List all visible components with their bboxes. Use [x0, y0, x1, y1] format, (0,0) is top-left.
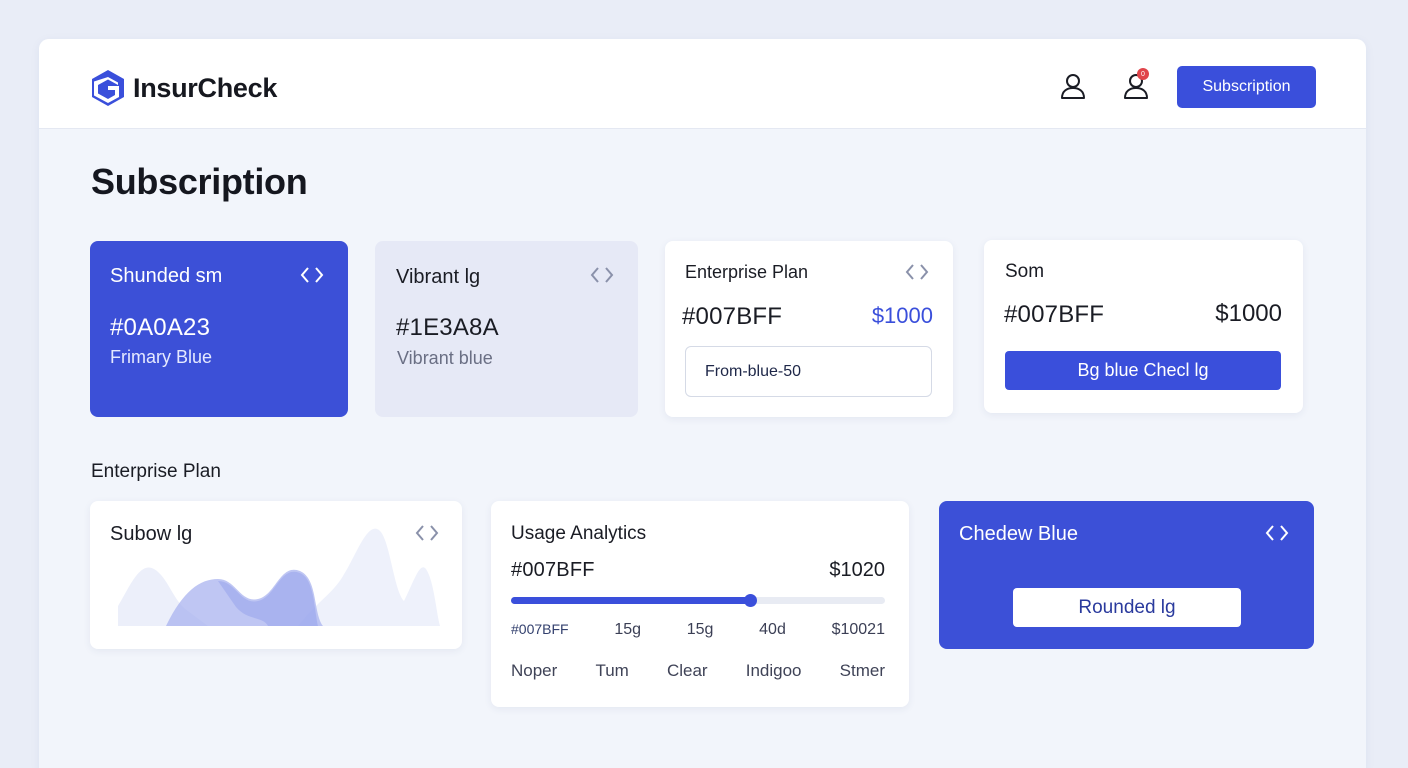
user-icon-glyph	[1061, 74, 1085, 99]
code-brackets-icon[interactable]	[1265, 523, 1289, 543]
analytics-labels-row: Noper Tum Clear Indigoo Stmer	[511, 661, 885, 681]
analytics-value: $10021	[831, 621, 885, 638]
user-notification-icon[interactable]: 0	[1121, 68, 1151, 101]
card-primary-blue[interactable]: Shunded sm #0A0A23 Frimary Blue	[90, 241, 348, 417]
from-blue-button[interactable]: From-blue-50	[685, 346, 932, 397]
analytics-label: Stmer	[839, 661, 885, 680]
brand-name: InsurCheck	[133, 72, 278, 103]
analytics-value: 40d	[759, 621, 786, 638]
analytics-label: Tum	[595, 661, 629, 680]
color-hex: #007BFF	[682, 303, 783, 330]
color-hex: #1E3A8A	[396, 314, 499, 341]
analytics-value: #007BFF	[511, 621, 569, 637]
card-chedew-blue[interactable]: Chedew Blue Rounded lg	[939, 501, 1314, 649]
code-brackets-icon[interactable]	[300, 265, 324, 285]
color-hex: #0A0A23	[110, 314, 211, 341]
card-title: Chedew Blue	[959, 523, 1078, 545]
color-label: Vibrant blue	[397, 348, 493, 368]
rounded-lg-button[interactable]: Rounded lg	[1013, 588, 1241, 627]
notification-badge: 0	[1137, 68, 1149, 80]
card-title: Enterprise Plan	[685, 262, 809, 282]
card-som[interactable]: Som #007BFF $1000 Bg blue Checl lg	[984, 240, 1303, 413]
card-area-chart[interactable]: Subow lg	[90, 501, 462, 649]
usage-progress-fill	[511, 597, 751, 604]
code-brackets-icon[interactable]	[590, 265, 614, 285]
color-hex: #007BFF	[1004, 301, 1105, 328]
section-label: Enterprise Plan	[91, 461, 221, 482]
usage-progress-thumb[interactable]	[744, 594, 758, 607]
bg-blue-check-button[interactable]: Bg blue Checl lg	[1005, 351, 1281, 390]
user-icon[interactable]	[1058, 71, 1088, 101]
top-bar: InsurCheck 0 Subscription	[39, 39, 1366, 129]
card-enterprise-plan[interactable]: Enterprise Plan #007BFF $1000 From-blue-…	[665, 241, 953, 417]
usage-progress-track[interactable]	[511, 594, 885, 607]
subscription-button[interactable]: Subscription	[1177, 66, 1316, 108]
card-title: Shunded sm	[110, 265, 223, 287]
card-vibrant-blue[interactable]: Vibrant lg #1E3A8A Vibrant blue	[375, 241, 638, 417]
color-hex: #007BFF	[511, 559, 595, 581]
analytics-value: 15g	[614, 621, 642, 638]
plan-price: $1000	[1215, 300, 1282, 327]
analytics-value: 15g	[686, 621, 714, 638]
card-usage-analytics[interactable]: Usage Analytics #007BFF $1020 #007BFF 15…	[491, 501, 909, 707]
analytics-label: Indigoo	[745, 661, 802, 680]
logo-icon	[92, 70, 124, 106]
usage-price: $1020	[829, 559, 885, 581]
app-window: InsurCheck 0 Subscription Subscription S…	[39, 39, 1366, 768]
card-title: Usage Analytics	[511, 523, 647, 544]
card-title: Som	[1005, 261, 1045, 282]
brand-logo[interactable]: InsurCheck	[91, 69, 277, 107]
code-brackets-icon[interactable]	[905, 262, 929, 282]
color-label: Frimary Blue	[110, 347, 213, 367]
analytics-label: Clear	[666, 661, 708, 680]
page-title: Subscription	[91, 161, 308, 202]
analytics-values-row: #007BFF 15g 15g 40d $10021	[511, 621, 885, 639]
plan-price: $1000	[871, 303, 933, 328]
card-title: Vibrant lg	[396, 266, 481, 288]
area-chart-decoration	[118, 528, 440, 626]
analytics-label: Noper	[511, 661, 558, 680]
